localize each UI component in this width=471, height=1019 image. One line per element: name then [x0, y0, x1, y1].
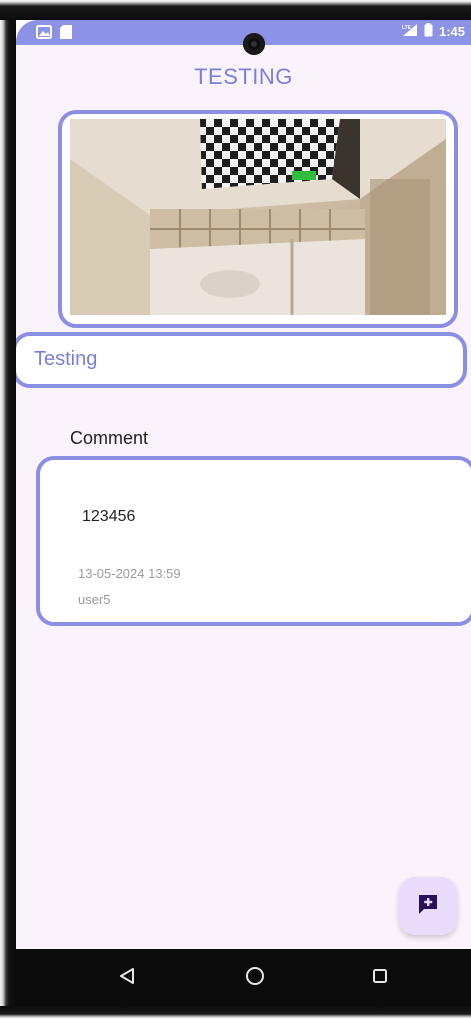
page-title: TESTING: [194, 64, 293, 89]
captured-photo[interactable]: [70, 119, 446, 315]
green-marker: [292, 171, 316, 180]
svg-text:LTE: LTE: [402, 25, 412, 31]
room-photo-illustration: [70, 119, 446, 315]
system-navigation-bar: [16, 949, 471, 1006]
nav-recents-button[interactable]: [365, 963, 395, 993]
status-time: 1:45: [438, 24, 465, 39]
device-bezel-bottom: [0, 1006, 471, 1019]
nav-home-button[interactable]: [240, 963, 270, 993]
add-comment-button[interactable]: [399, 877, 457, 935]
comment-author: user5: [78, 592, 111, 607]
home-icon: [245, 966, 265, 991]
battery-icon: [424, 23, 433, 40]
title-field[interactable]: Testing: [16, 332, 467, 388]
comment-timestamp: 13-05-2024 13:59: [78, 566, 181, 581]
device-bezel-left: [0, 0, 16, 1019]
gallery-notification-icon: [36, 25, 52, 44]
front-camera-cutout: [243, 33, 265, 55]
recents-icon: [372, 968, 388, 989]
signal-icon: LTE: [402, 23, 418, 40]
nav-back-button[interactable]: [112, 963, 142, 993]
back-icon: [118, 967, 136, 990]
app-screen: LTE 1:45 TESTING Testing Comment 123456 …: [16, 20, 471, 1006]
title-field-value: Testing: [34, 348, 98, 370]
photo-card[interactable]: [58, 110, 458, 328]
add-comment-icon: [417, 893, 439, 920]
comment-card[interactable]: 123456 13-05-2024 13:59 user5: [36, 456, 471, 626]
comment-section-label: Comment: [70, 428, 149, 448]
sd-card-icon: [60, 25, 72, 44]
comment-text: 123456: [82, 508, 136, 525]
device-bezel-top: [0, 0, 471, 20]
